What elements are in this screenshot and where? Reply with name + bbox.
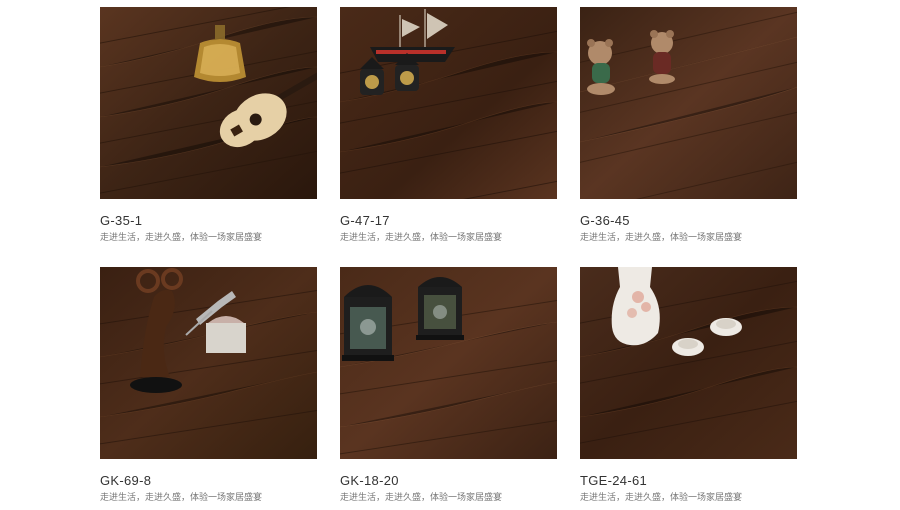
product-code[interactable]: TGE-24-61	[580, 473, 797, 489]
bottle-and-ukulele-photo	[100, 7, 317, 199]
product-image-ship-lanterns[interactable]	[340, 7, 557, 199]
product-description: 走进生活，走进久盛，体验一场家居盛宴	[100, 233, 263, 243]
product-grid: G-35-1 走进生活，走进久盛，体验一场家居盛宴 G-47-17 走进生活，走…	[0, 0, 900, 510]
product-code[interactable]: GK-18-20	[340, 473, 557, 489]
product-description: 走进生活，走进久盛，体验一场家居盛宴	[340, 233, 503, 243]
product-description: 走进生活，走进久盛，体验一场家居盛宴	[580, 233, 743, 243]
product-code[interactable]: GK-69-8	[100, 473, 317, 489]
teddy-bears-photo	[580, 7, 797, 199]
decorative-dish-icon	[710, 318, 742, 336]
product-image-vase-dishes[interactable]	[580, 267, 797, 459]
product-image-bottle-ukulele[interactable]	[100, 7, 317, 199]
product-card[interactable]: GK-69-8 走进生活，走进久盛，体验一场家居盛宴	[100, 267, 317, 504]
product-description: 走进生活，走进久盛，体验一场家居盛宴	[580, 493, 743, 503]
product-image-teddy-bears[interactable]	[580, 7, 797, 199]
lantern-icon	[416, 277, 464, 340]
product-code[interactable]: G-47-17	[340, 213, 557, 229]
product-card[interactable]: GK-18-20 走进生活，走进久盛，体验一场家居盛宴	[340, 267, 557, 504]
product-description: 走进生活，走进久盛，体验一场家居盛宴	[100, 493, 263, 503]
decorative-dish-icon	[672, 338, 704, 356]
vase-and-dishes-photo	[580, 267, 797, 459]
ship-and-lanterns-photo	[340, 7, 557, 199]
product-code[interactable]: G-35-1	[100, 213, 317, 229]
product-card[interactable]: TGE-24-61 走进生活，走进久盛，体验一场家居盛宴	[580, 267, 797, 504]
product-description: 走进生活，走进久盛，体验一场家居盛宴	[340, 493, 503, 503]
product-image-sculpture-bird[interactable]	[100, 267, 317, 459]
product-card[interactable]: G-35-1 走进生活，走进久盛，体验一场家居盛宴	[100, 7, 317, 244]
product-image-moroccan-lanterns[interactable]	[340, 267, 557, 459]
lantern-icon	[342, 285, 394, 361]
moroccan-lanterns-photo	[340, 267, 557, 459]
product-card[interactable]: G-47-17 走进生活，走进久盛，体验一场家居盛宴	[340, 7, 557, 244]
product-code[interactable]: G-36-45	[580, 213, 797, 229]
sculpture-and-bird-photo	[100, 267, 317, 459]
product-card[interactable]: G-36-45 走进生活，走进久盛，体验一场家居盛宴	[580, 7, 797, 244]
